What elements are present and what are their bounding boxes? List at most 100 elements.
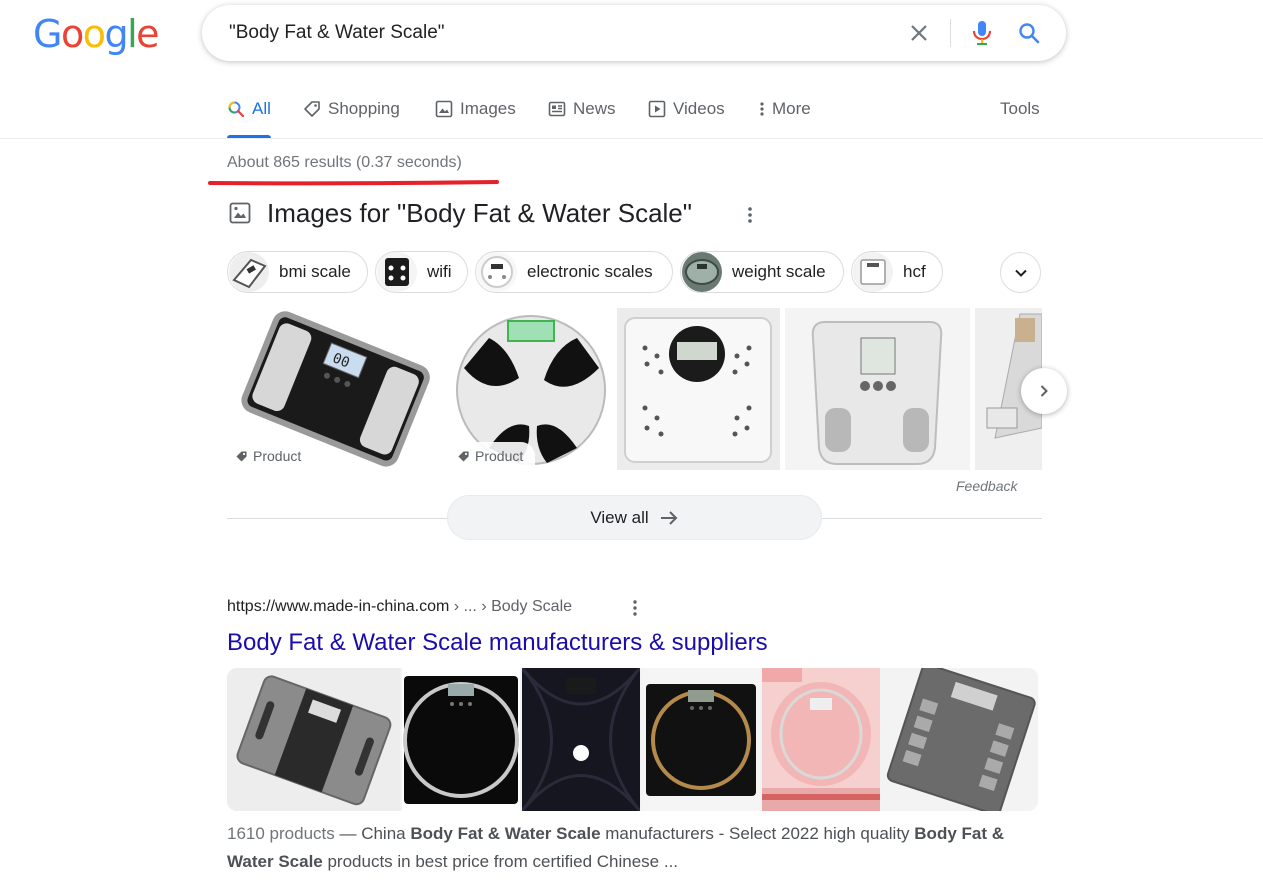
image-icon — [435, 100, 453, 118]
result-snippet: 1610 products — China Body Fat & Water S… — [227, 820, 1042, 876]
snippet-text: manufacturers - Select 2022 high quality — [600, 824, 915, 843]
chevron-down-icon — [1014, 269, 1027, 277]
result-breadcrumb: › ... › Body Scale — [449, 598, 573, 615]
tab-label: Images — [460, 99, 516, 118]
play-icon — [648, 100, 666, 118]
scale-image — [882, 668, 1038, 811]
more-vert-icon — [760, 102, 764, 116]
tab-more[interactable]: More — [756, 99, 811, 137]
result-title-link[interactable]: Body Fat & Water Scale manufacturers & s… — [227, 629, 768, 657]
google-logo[interactable]: Google — [33, 12, 160, 56]
search-icon[interactable] — [1017, 21, 1041, 45]
chevron-right-icon — [1040, 385, 1048, 397]
scale-image — [402, 668, 520, 811]
tab-shopping[interactable]: Shopping — [303, 99, 400, 137]
view-all-button[interactable]: View all — [447, 495, 822, 540]
more-vert-icon[interactable] — [626, 598, 644, 618]
chip-label: wifi — [427, 262, 452, 281]
scale-image — [785, 308, 970, 470]
tab-label: Shopping — [328, 99, 400, 118]
result-thumbnail[interactable] — [762, 668, 880, 811]
logo-letter: l — [127, 12, 138, 56]
result-domain: https://www.made-in-china.com — [227, 598, 450, 615]
result-thumbnail[interactable] — [642, 668, 760, 811]
chip-electronic-scales[interactable]: electronic scales — [475, 251, 673, 293]
divider — [822, 518, 1042, 519]
product-tag: Product — [227, 442, 314, 470]
tab-label: News — [573, 99, 616, 118]
logo-letter: G — [33, 12, 62, 56]
tools-button[interactable]: Tools — [1000, 99, 1040, 137]
tag-icon — [304, 101, 320, 117]
logo-letter: o — [82, 12, 106, 56]
image-result[interactable] — [785, 308, 970, 470]
tag-icon — [458, 450, 469, 462]
tag-icon — [236, 450, 247, 462]
tools-label: Tools — [1000, 99, 1040, 118]
chip-label: electronic scales — [527, 262, 653, 281]
tab-videos[interactable]: Videos — [648, 99, 725, 137]
scale-image — [227, 668, 400, 811]
more-vert-icon[interactable] — [739, 204, 761, 226]
scale-image — [522, 668, 640, 811]
snippet-bold: Body Fat & Water Scale — [410, 824, 601, 843]
search-icon — [228, 101, 245, 118]
chip-wifi[interactable]: wifi — [375, 251, 468, 293]
snippet-text: products in best price from certified Ch… — [322, 852, 679, 871]
tab-images[interactable]: Images — [435, 99, 516, 137]
logo-letter: g — [104, 12, 128, 56]
result-thumbnail[interactable] — [522, 668, 640, 811]
chip-bmi-scale[interactable]: bmi scale — [227, 251, 368, 293]
product-tag-label: Product — [253, 448, 302, 464]
chip-label: hcf — [903, 262, 926, 281]
tab-label: Videos — [673, 99, 725, 118]
search-input[interactable] — [229, 19, 869, 47]
tab-news[interactable]: News — [548, 99, 616, 137]
expand-chips-button[interactable] — [1000, 252, 1041, 293]
chip-label: bmi scale — [279, 262, 351, 281]
snippet-text: — China — [334, 824, 411, 843]
chip-weight-scale[interactable]: weight scale — [680, 251, 844, 293]
chip-thumbnail — [853, 252, 893, 292]
search-tabs: All Shopping Images News Videos More Too… — [0, 88, 1263, 139]
tab-label: All — [252, 99, 271, 118]
images-section-title: Images for "Body Fat & Water Scale" — [267, 198, 692, 228]
result-thumbnail[interactable] — [227, 668, 400, 811]
chip-thumbnail — [477, 252, 517, 292]
search-box — [202, 5, 1066, 61]
chip-thumbnail — [229, 252, 269, 292]
newspaper-icon — [548, 101, 566, 117]
product-tag: Product — [449, 442, 536, 470]
chip-hcf[interactable]: hcf — [851, 251, 943, 293]
result-thumbnail[interactable] — [882, 668, 1038, 811]
result-thumbnail[interactable] — [402, 668, 520, 811]
logo-letter: o — [60, 12, 84, 56]
scale-image — [762, 668, 880, 811]
tab-all[interactable]: All — [227, 99, 271, 138]
mic-icon[interactable] — [970, 20, 994, 46]
chip-thumbnail — [682, 252, 722, 292]
scale-image — [617, 308, 780, 470]
tab-label: More — [772, 99, 811, 118]
logo-letter: e — [136, 12, 159, 56]
scale-image — [642, 668, 760, 811]
chip-thumbnail — [377, 252, 417, 292]
feedback-link[interactable]: Feedback — [956, 478, 1017, 494]
image-icon — [229, 202, 251, 224]
chip-label: weight scale — [732, 262, 826, 281]
result-image-strip — [227, 668, 1038, 811]
arrow-right-icon — [660, 510, 678, 525]
result-url[interactable]: https://www.made-in-china.com › ... › Bo… — [227, 598, 572, 616]
image-result[interactable]: 00 Product — [227, 308, 445, 470]
images-next-button[interactable] — [1021, 368, 1067, 414]
result-stats: About 865 results (0.37 seconds) — [227, 154, 462, 171]
product-tag-label: Product — [475, 448, 524, 464]
image-result[interactable] — [617, 308, 780, 470]
view-all-label: View all — [590, 507, 649, 527]
search-divider — [950, 19, 951, 47]
clear-icon[interactable] — [907, 21, 931, 45]
snippet-product-count: 1610 products — [227, 824, 335, 843]
red-annotation-underline — [208, 180, 499, 186]
divider — [227, 518, 447, 519]
image-result[interactable]: Product — [449, 308, 612, 470]
